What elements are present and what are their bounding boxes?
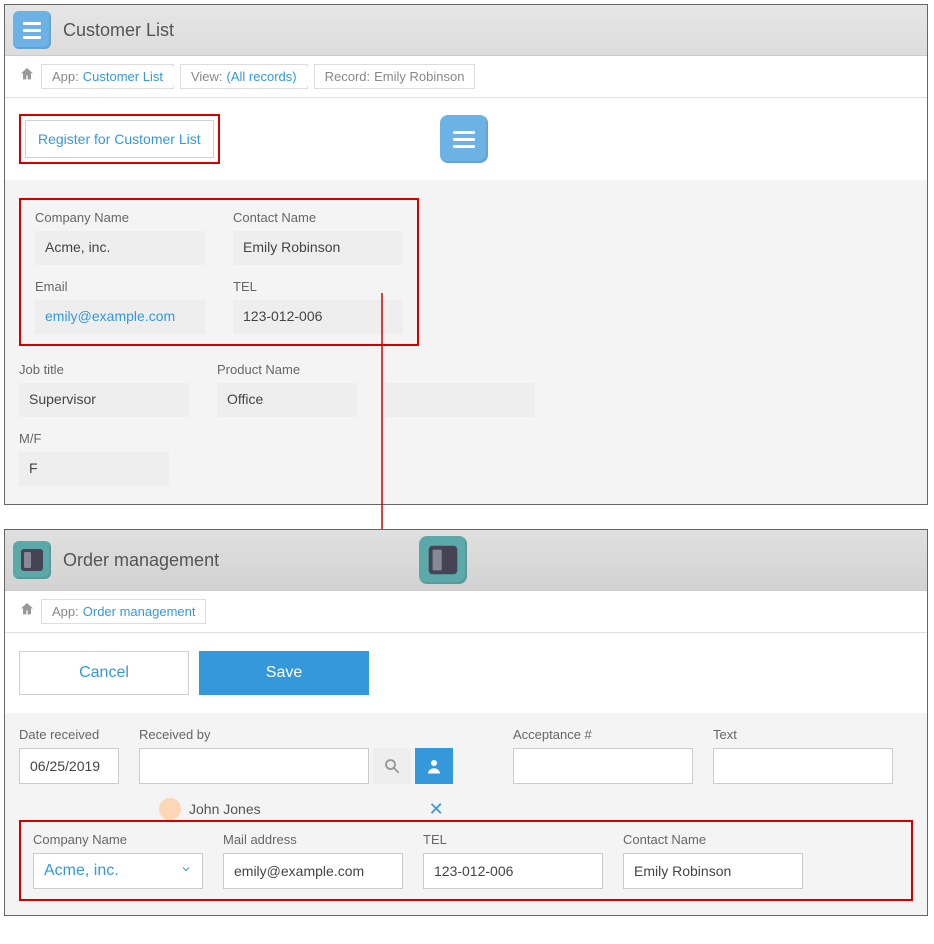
panel-header: Order management xyxy=(5,530,927,591)
app-phone-icon xyxy=(13,541,51,579)
label-received-by: Received by xyxy=(139,727,453,742)
mail-input[interactable] xyxy=(223,853,403,889)
value-email[interactable]: emily@example.com xyxy=(35,300,205,334)
cancel-button[interactable]: Cancel xyxy=(19,651,189,695)
field-product-name: Product Name Office xyxy=(217,362,357,417)
crumb-record-prefix: Record: xyxy=(325,69,371,84)
value-empty xyxy=(385,383,535,417)
field-received-by: Received by xyxy=(139,727,453,784)
value-product-name: Office xyxy=(217,383,357,417)
selected-user-row: John Jones ✕ xyxy=(159,798,913,820)
close-icon[interactable]: ✕ xyxy=(429,799,444,820)
label-tel: TEL xyxy=(423,832,603,847)
label-tel: TEL xyxy=(233,279,403,294)
field-contact-name: Contact Name xyxy=(623,832,803,889)
crumb-view[interactable]: View: (All records) xyxy=(180,64,308,89)
record-detail-area: Company Name Acme, inc. Contact Name Emi… xyxy=(5,180,927,504)
target-fields-highlight: Company Name Acme, inc. Mail address TEL xyxy=(19,820,913,901)
crumb-app-link: Order management xyxy=(83,604,196,619)
register-button[interactable]: Register for Customer List xyxy=(25,120,214,158)
label-acceptance: Acceptance # xyxy=(513,727,693,742)
value-job-title: Supervisor xyxy=(19,383,189,417)
company-name-lookup[interactable]: Acme, inc. xyxy=(33,853,203,889)
app-title: Order management xyxy=(63,550,219,571)
app-title: Customer List xyxy=(63,20,174,41)
field-mf: M/F F xyxy=(19,431,169,486)
label-product-name: Product Name xyxy=(217,362,357,377)
crumb-app[interactable]: App: Customer List xyxy=(41,64,174,89)
home-icon[interactable] xyxy=(19,601,35,622)
value-tel: 123-012-006 xyxy=(233,300,403,334)
field-contact-name: Contact Name Emily Robinson xyxy=(233,210,403,265)
breadcrumb: App: Customer List View: (All records) R… xyxy=(5,56,927,98)
crumb-app[interactable]: App: Order management xyxy=(41,599,206,624)
selected-user-name: John Jones xyxy=(189,801,261,817)
form-area: Date received Received by Acceptance # xyxy=(5,713,927,915)
crumb-view-prefix: View: xyxy=(191,69,223,84)
label-mf: M/F xyxy=(19,431,169,446)
breadcrumb: App: Order management xyxy=(5,591,927,633)
label-contact-name: Contact Name xyxy=(233,210,403,225)
order-management-panel: Order management App: Order management C… xyxy=(4,529,928,916)
chevron-down-icon xyxy=(180,862,192,880)
field-mail-address: Mail address xyxy=(223,832,403,889)
value-contact-name: Emily Robinson xyxy=(233,231,403,265)
field-tel: TEL 123-012-006 xyxy=(233,279,403,334)
contact-name-input[interactable] xyxy=(623,853,803,889)
field-company-name: Company Name Acme, inc. xyxy=(35,210,205,265)
tel-input[interactable] xyxy=(423,853,603,889)
panel-header: Customer List xyxy=(5,5,927,56)
label-job-title: Job title xyxy=(19,362,189,377)
app-list-icon xyxy=(13,11,51,49)
label-company-name: Company Name xyxy=(35,210,205,225)
app-large-phone-icon xyxy=(419,536,467,584)
action-bar: Cancel Save xyxy=(5,633,927,713)
save-button[interactable]: Save xyxy=(199,651,369,695)
person-icon[interactable] xyxy=(415,748,453,784)
topbar: Register for Customer List xyxy=(5,98,927,180)
field-date-received: Date received xyxy=(19,727,119,784)
avatar xyxy=(159,798,181,820)
crumb-app-prefix: App: xyxy=(52,69,79,84)
crumb-app-link: Customer List xyxy=(83,69,163,84)
register-highlight: Register for Customer List xyxy=(19,114,220,164)
label-company-name: Company Name xyxy=(33,832,203,847)
label-contact-name: Contact Name xyxy=(623,832,803,847)
search-icon[interactable] xyxy=(373,748,411,784)
crumb-record-value: Emily Robinson xyxy=(374,69,464,84)
field-email: Email emily@example.com xyxy=(35,279,205,334)
label-empty xyxy=(385,362,535,377)
field-company-name: Company Name Acme, inc. xyxy=(33,832,203,889)
crumb-app-prefix: App: xyxy=(52,604,79,619)
label-date-received: Date received xyxy=(19,727,119,742)
field-tel: TEL xyxy=(423,832,603,889)
app-large-list-icon xyxy=(440,115,488,163)
crumb-view-link: (All records) xyxy=(227,69,297,84)
field-product-name-extra xyxy=(385,362,535,417)
label-email: Email xyxy=(35,279,205,294)
label-mail-address: Mail address xyxy=(223,832,403,847)
source-fields-highlight: Company Name Acme, inc. Contact Name Emi… xyxy=(19,198,419,346)
crumb-record: Record: Emily Robinson xyxy=(314,64,476,89)
field-job-title: Job title Supervisor xyxy=(19,362,189,417)
field-acceptance: Acceptance # xyxy=(513,727,693,784)
acceptance-input[interactable] xyxy=(513,748,693,784)
label-text: Text xyxy=(713,727,893,742)
lookup-value: Acme, inc. xyxy=(44,862,119,880)
date-received-input[interactable] xyxy=(19,748,119,784)
text-input[interactable] xyxy=(713,748,893,784)
customer-list-panel: Customer List App: Customer List View: (… xyxy=(4,4,928,505)
received-by-input[interactable] xyxy=(139,748,369,784)
value-company-name: Acme, inc. xyxy=(35,231,205,265)
field-text: Text xyxy=(713,727,893,784)
value-mf: F xyxy=(19,452,169,486)
home-icon[interactable] xyxy=(19,66,35,87)
